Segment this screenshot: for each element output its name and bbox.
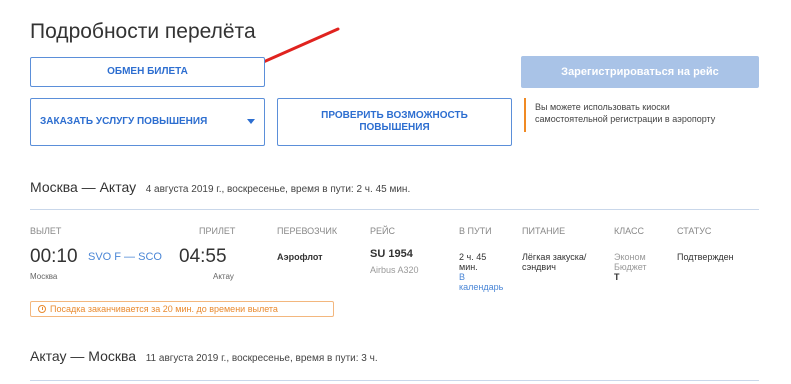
divider [30, 380, 759, 381]
class-cell: Эконом Бюджет T [614, 252, 647, 282]
col-status: СТАТУС [677, 226, 712, 236]
exchange-ticket-button[interactable]: ОБМЕН БИЛЕТА [30, 57, 265, 87]
add-to-calendar-link[interactable]: В календарь [459, 272, 503, 292]
aircraft-type: Airbus A320 [370, 265, 419, 275]
carrier-name: Аэрофлот [277, 252, 323, 262]
duration-cell: 2 ч. 45 мин. В календарь [459, 252, 503, 292]
arrival-city: Актау [213, 272, 234, 281]
check-upgrade-label-line1: ПРОВЕРИТЬ ВОЗМОЖНОСТЬ [321, 110, 468, 121]
divider [30, 209, 759, 210]
boarding-notice-text: Посадка заканчивается за 20 мин. до врем… [50, 304, 278, 314]
route-meta: 11 августа 2019 г., воскресенье, время в… [145, 353, 378, 364]
kiosk-note-line2: самостоятельной регистрации в аэропорту [535, 114, 716, 124]
chevron-down-icon [247, 119, 255, 124]
calendar-line2: календарь [459, 282, 504, 292]
duration-line1: 2 ч. 45 [459, 252, 487, 262]
departure-city: Москва [30, 272, 58, 281]
col-carrier: ПЕРЕВОЗЧИК [277, 226, 338, 236]
boarding-notice: Посадка заканчивается за 20 мин. до врем… [30, 301, 334, 317]
meal-cell: Лёгкая закуска/ сэндвич [522, 252, 586, 272]
meal-line1: Лёгкая закуска/ [522, 252, 587, 262]
route-name: Актау — Москва [30, 348, 137, 364]
col-duration: В ПУТИ [459, 226, 492, 236]
check-upgrade-button[interactable]: ПРОВЕРИТЬ ВОЗМОЖНОСТЬ ПОВЫШЕНИЯ [277, 98, 512, 146]
booking-class-code: T [614, 272, 620, 282]
route-header: Актау — Москва 11 августа 2019 г., воскр… [30, 348, 378, 364]
departure-time: 00:10 [30, 246, 78, 267]
upgrade-service-dropdown[interactable]: ЗАКАЗАТЬ УСЛУГУ ПОВЫШЕНИЯ [30, 98, 265, 146]
col-arrival: ПРИЛЕТ [199, 226, 236, 236]
clock-icon [38, 305, 46, 313]
duration-line2: мин. [459, 262, 478, 272]
route-meta: 4 августа 2019 г., воскресенье, время в … [145, 184, 411, 195]
col-meal: ПИТАНИЕ [522, 226, 566, 236]
col-flight: РЕЙС [370, 226, 395, 236]
kiosk-note-line1: Вы можете использовать киоски [535, 102, 670, 112]
class-line1: Эконом [614, 252, 646, 262]
status-text: Подтвержден [677, 252, 734, 262]
col-class: КЛАСС [614, 226, 644, 236]
airport-codes: SVO F — SCO [88, 251, 162, 263]
meal-line2: сэндвич [522, 262, 556, 272]
class-line2: Бюджет [614, 262, 647, 272]
upgrade-service-label: ЗАКАЗАТЬ УСЛУГУ ПОВЫШЕНИЯ [40, 116, 208, 127]
calendar-line1: В [459, 272, 466, 282]
arrival-time: 04:55 [179, 246, 227, 267]
check-in-button[interactable]: Зарегистрироваться на рейс [521, 56, 759, 88]
col-departure: ВЫЛЕТ [30, 226, 62, 236]
route-name: Москва — Актау [30, 179, 137, 195]
route-header: Москва — Актау 4 августа 2019 г., воскре… [30, 179, 410, 195]
page-title: Подробности перелёта [30, 20, 256, 43]
flight-number: SU 1954 [370, 248, 413, 260]
kiosk-note: Вы можете использовать киоски самостояте… [524, 98, 759, 132]
check-upgrade-label-line2: ПОВЫШЕНИЯ [359, 122, 430, 133]
